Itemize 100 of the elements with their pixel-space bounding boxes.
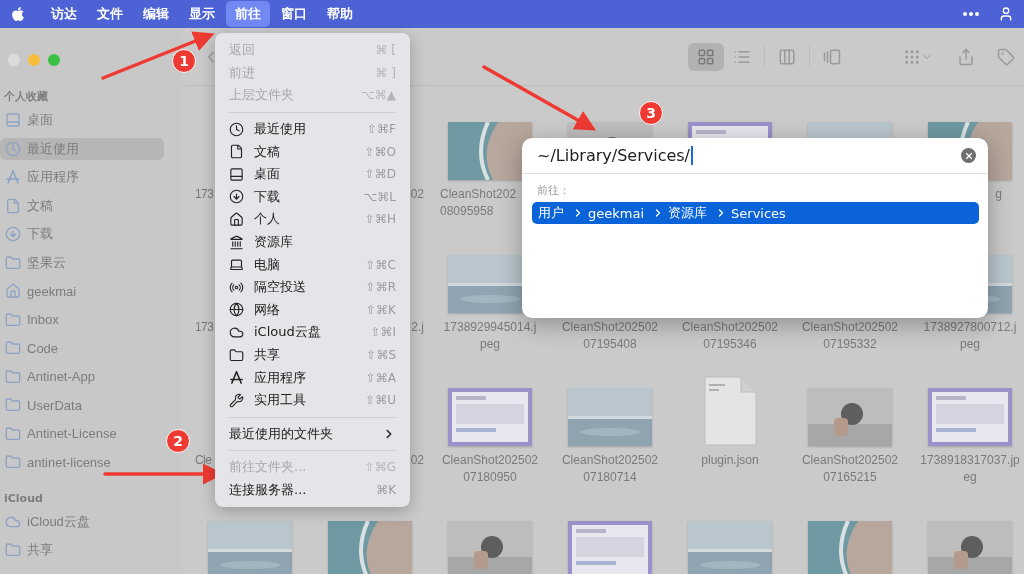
wrench-icon [229,392,244,408]
minimize-window-button[interactable] [28,54,40,66]
shortcut-label: ⌘ [ [375,43,396,58]
menu-item[interactable]: 网络 ⇧⌘K [221,298,404,322]
clock-icon [5,140,21,157]
file-name: 08095958 [440,204,494,218]
folder-icon [5,340,21,357]
file-name: g [995,187,1002,201]
folder-icon [5,425,21,442]
file-name: peg [960,337,980,351]
folder-icon [5,542,21,559]
file-name: peg [480,337,500,351]
go-to-label: 前往： [536,183,571,199]
file-name: plugin.json [701,453,759,467]
sidebar-item[interactable]: 桌面 [0,109,164,132]
shortcut-label: ⇧⌘C [365,257,396,272]
sidebar-section-title: iCloud [3,490,44,507]
file-name: CleanShot202502 [681,320,779,334]
file-name: 1738918317037.jp [920,453,1020,467]
menu-item[interactable]: 下载 ⌥⌘L [221,185,404,209]
sidebar-item-label: Code [27,340,59,356]
building-icon [229,234,244,250]
shortcut-label: ⇧⌘U [365,393,396,408]
menu-bar-item[interactable]: 前往 [226,1,270,27]
menu-bar-item[interactable]: 显示 [180,1,224,27]
clock-icon [229,121,244,137]
file-name: 1738927800712.j [923,320,1017,334]
menu-item[interactable]: 桌面 ⇧⌘D [221,162,404,186]
document-icon [5,197,21,214]
tag-icon [997,47,1015,66]
menu-item[interactable]: 最近使用的文件夹 [221,422,404,446]
apple-logo-icon[interactable] [10,6,26,22]
file-name: CleanShot202502 [801,320,899,334]
shortcut-label: ⇧⌘R [365,280,396,295]
sidebar-item[interactable]: 文稿 [0,194,164,217]
shortcut-label: ⇧⌘S [366,348,396,362]
menu-item[interactable]: 个人 ⇧⌘H [221,208,404,231]
sidebar-item-label: 桌面 [27,111,53,130]
desktop-icon [229,166,244,182]
folder-icon [5,368,21,385]
view-button[interactable] [688,42,724,71]
grid-view-icon [697,47,715,66]
step-number: 2 [166,429,190,453]
menu-item[interactable]: 应用程序 ⇧⌘A [221,366,404,389]
menu-item[interactable]: 连接服务器... ⌘K [221,478,404,502]
file-name: CleanShot202502 [801,453,899,467]
sidebar-item-label: 下载 [27,225,53,244]
zoom-window-button[interactable] [48,54,60,66]
sidebar-item-label: Inbox [27,312,59,328]
download-icon [5,226,21,243]
laptop-icon [229,257,244,273]
file-name: 1738929945014.j [443,320,537,334]
sidebar-item-label: 文稿 [27,196,53,215]
shortcut-label: ⇧⌘K [366,302,396,317]
sidebar-item-label: UserData [27,397,82,413]
file-name: CleanShot202502 [561,320,659,334]
gallery-view-icon [823,47,841,66]
menu-item[interactable]: 电脑 ⇧⌘C [221,253,404,276]
sidebar-item-label: Antinet-App [27,369,95,385]
file-name: eg [963,470,977,484]
sidebar-item[interactable]: 下载 [0,223,164,246]
sidebar-item-label: geekmai [27,283,77,299]
menu-item[interactable]: 隔空投送 ⇧⌘R [221,275,404,299]
file-icon [703,376,757,446]
menu-item[interactable]: 共享 ⇧⌘S [221,343,404,367]
sidebar-item-label: antinet-license [27,454,111,470]
step-number: 1 [172,49,196,73]
file-name: 173 [195,187,214,201]
menu-bar-item[interactable]: 文件 [88,1,132,27]
file-name: 07195332 [823,337,877,351]
shortcut-label: ⌥⌘▲ [360,88,396,103]
file-name: 07195346 [703,337,757,351]
path-suggestion[interactable]: 用户 geekmai 资源库 Services [532,202,979,224]
document-icon [229,144,244,160]
path-field[interactable]: ~/Library/Services/ [537,146,961,165]
grid-dots-icon [903,47,921,66]
path-segment-label: 资源库 [668,204,708,222]
desktop-icon [5,112,21,129]
home-icon [229,211,244,227]
file-name: 07195408 [583,337,637,351]
file-name: 07165215 [823,470,877,484]
home-icon [5,283,21,300]
menu-item[interactable]: 实用工具 ⇧⌘U [221,388,404,412]
file-name: 02 [410,187,424,201]
user-icon[interactable] [998,6,1014,22]
menu-bar-item[interactable]: 访达 [42,1,86,27]
sidebar-item-label: iCloud云盘 [27,512,90,531]
menu-item[interactable]: 文稿 ⇧⌘O [221,140,404,163]
menu-bar-item[interactable]: 帮助 [318,1,362,27]
file-name: 173 [195,320,214,334]
menu-bar-item[interactable]: 编辑 [134,1,178,27]
menu-item[interactable]: iCloud云盘 ⇧⌘I [221,321,404,344]
share-icon [957,47,975,66]
menu-item[interactable]: 资源库 [221,230,404,254]
menu-bar-item[interactable]: 窗口 [272,1,316,27]
more-icon[interactable] [962,11,980,17]
shortcut-label: ⌘K [376,483,396,497]
menu-item[interactable]: 最近使用 ⇧⌘F [221,117,404,141]
clear-button[interactable] [961,148,976,163]
folder-icon [5,397,21,414]
